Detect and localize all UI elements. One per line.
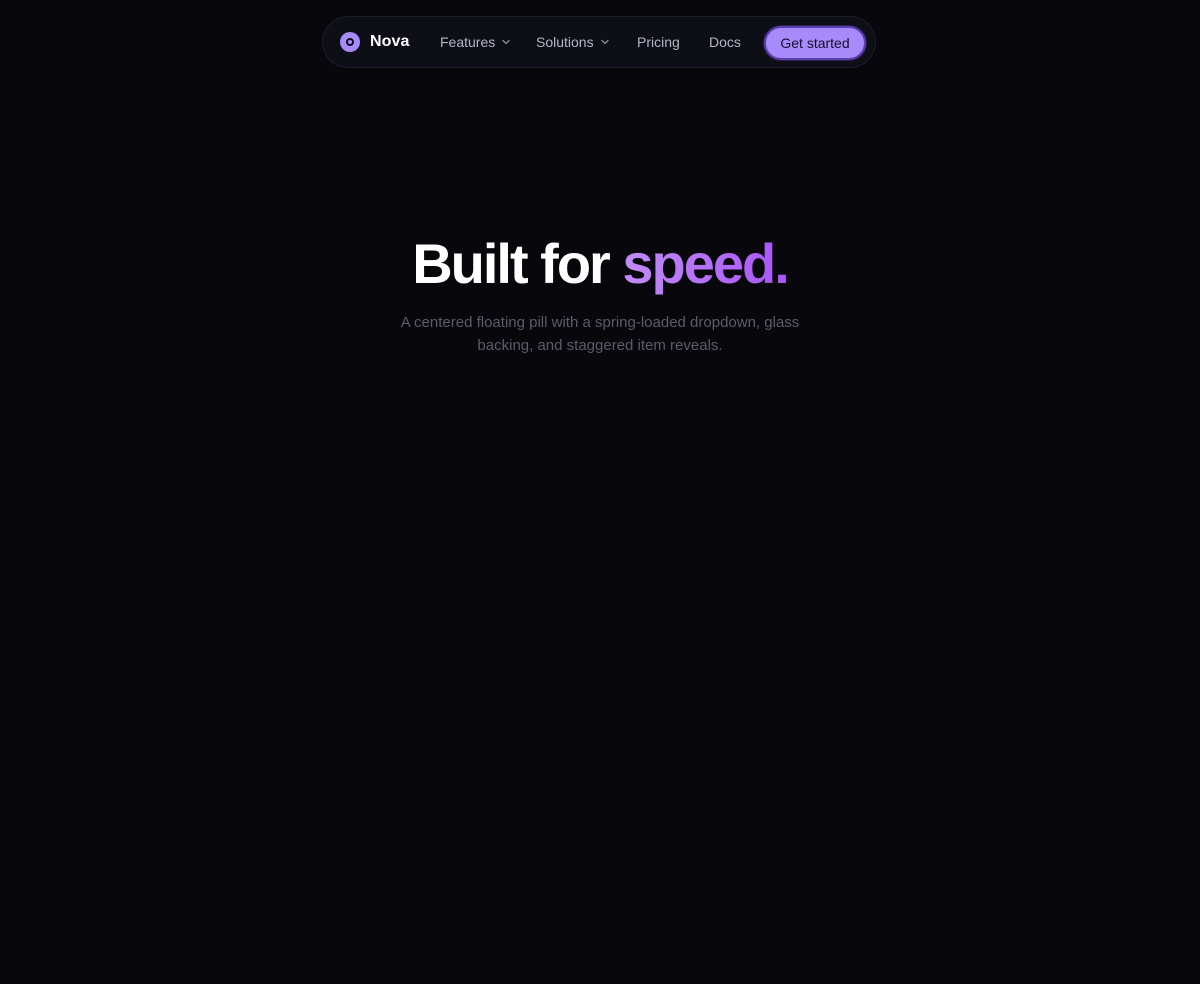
nav-item-label: Solutions xyxy=(536,34,594,50)
nova-logo-icon xyxy=(340,32,360,52)
brand-logo-link[interactable]: Nova xyxy=(340,17,410,67)
hero-title: Built for speed. xyxy=(0,230,1200,298)
hero-subtitle: A centered floating pill with a spring-l… xyxy=(400,314,800,354)
get-started-button[interactable]: Get started xyxy=(764,26,866,60)
hero-title-main: Built for xyxy=(412,232,623,295)
chevron-down-icon xyxy=(600,39,609,45)
nav-item-pricing[interactable]: Pricing xyxy=(637,17,680,67)
chevron-down-icon xyxy=(502,39,510,45)
hero-title-accent: speed. xyxy=(622,232,789,295)
nav-item-label: Docs xyxy=(709,34,741,50)
nav-item-label: Features xyxy=(440,34,496,50)
nav-item-features[interactable]: Features xyxy=(440,17,511,67)
nav-item-label: Pricing xyxy=(637,34,680,50)
nav-item-solutions[interactable]: Solutions xyxy=(536,17,610,67)
nav-item-docs[interactable]: Docs xyxy=(709,17,741,67)
brand-name: Nova xyxy=(370,33,410,50)
floating-nav-pill: Nova Features Solutions Pricing Docs Get… xyxy=(322,16,876,68)
